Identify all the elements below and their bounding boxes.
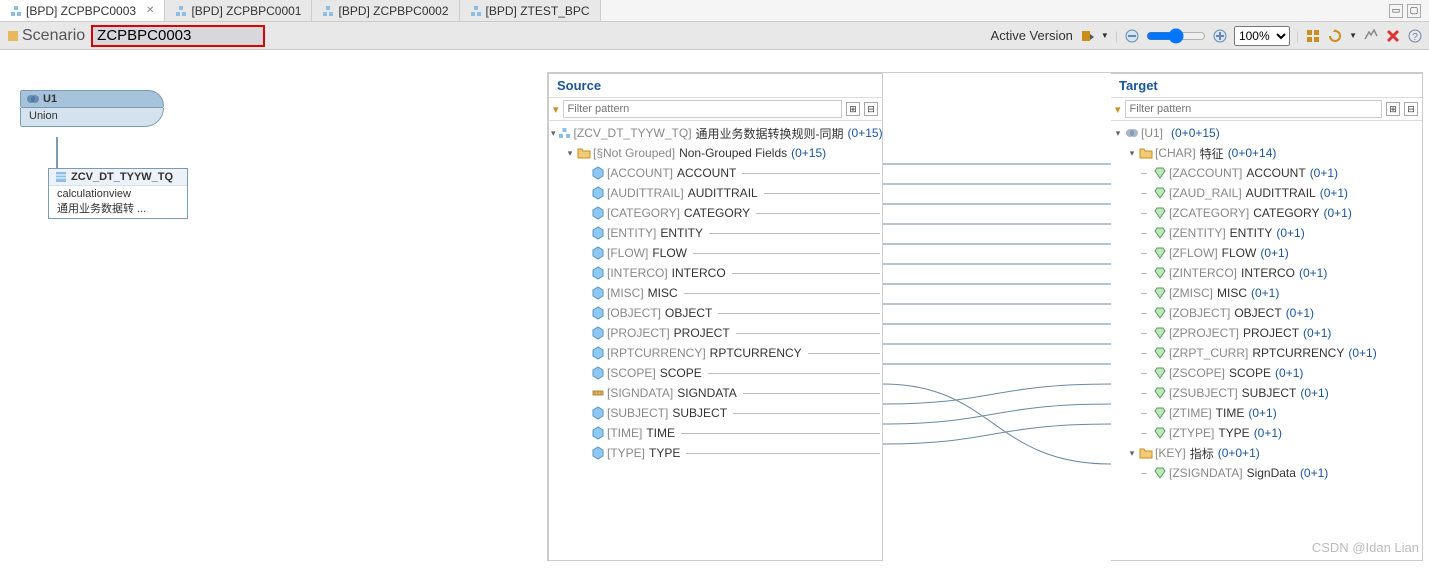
diagram-canvas[interactable]: U1 Union ZCV_DT_TYYW_TQ calculationview … (0, 50, 547, 561)
maximize-icon[interactable]: ▢ (1407, 4, 1421, 18)
expand-all-icon[interactable]: ⊞ (1386, 102, 1400, 116)
tree-field-row[interactable]: [AUDITTRAIL]AUDITTRAIL (551, 183, 880, 203)
tree-field-row[interactable]: [SUBJECT]SUBJECT (551, 403, 880, 423)
tab-label: [BPD] ZTEST_BPC (486, 4, 590, 18)
expand-all-icon[interactable]: ⊞ (846, 102, 860, 116)
tab-ztest-bpc[interactable]: [BPD] ZTEST_BPC (460, 0, 601, 21)
tree-field-row[interactable]: [PROJECT]PROJECT (551, 323, 880, 343)
zoom-slider[interactable] (1146, 28, 1206, 44)
tab-label: [BPD] ZCPBPC0003 (26, 4, 136, 18)
tree-field-row[interactable]: [ZFLOW]FLOW(0+1) (1113, 243, 1420, 263)
node-u1[interactable]: U1 Union (20, 90, 164, 127)
collapse-all-icon[interactable]: ⊟ (1404, 102, 1418, 116)
collapse-all-icon[interactable]: ⊟ (864, 102, 878, 116)
scenario-input[interactable] (91, 25, 265, 47)
dropdown-arrow-icon[interactable]: ▼ (1349, 31, 1357, 40)
tree-field-row[interactable]: [RPTCURRENCY]RPTCURRENCY (551, 343, 880, 363)
source-header: Source (549, 74, 882, 98)
tree-field-row[interactable]: [SIGNDATA]SIGNDATA (551, 383, 880, 403)
tree-row[interactable]: ▾[ZCV_DT_TYYW_TQ]通用业务数据转换规则-同期(0+15) (551, 123, 880, 143)
tree-field-row[interactable]: [ZMISC]MISC(0+1) (1113, 283, 1420, 303)
filter-icon: ▾ (1115, 103, 1121, 116)
tree-field-row[interactable]: [CATEGORY]CATEGORY (551, 203, 880, 223)
model-icon (10, 5, 22, 17)
tree-field-row[interactable]: [ZTYPE]TYPE(0+1) (1113, 423, 1420, 443)
source-pane: Source ▾ ⊞ ⊟ ▾[ZCV_DT_TYYW_TQ]通用业务数据转换规则… (548, 73, 883, 561)
toolbar: Scenario Active Version ▼ | 100% | ▼ ? (0, 22, 1429, 50)
tree-field-row[interactable]: [ZSCOPE]SCOPE(0+1) (1113, 363, 1420, 383)
tab-label: [BPD] ZCPBPC0001 (191, 4, 301, 18)
tree-field-row[interactable]: [ZSIGNDATA]SignData(0+1) (1113, 463, 1420, 483)
tree-row[interactable]: ▾[§Not Grouped]Non-Grouped Fields(0+15) (551, 143, 880, 163)
tree-field-row[interactable]: [TYPE]TYPE (551, 443, 880, 463)
tree-field-row[interactable]: [OBJECT]OBJECT (551, 303, 880, 323)
tree-field-row[interactable]: [ZENTITY]ENTITY(0+1) (1113, 223, 1420, 243)
tab-label: [BPD] ZCPBPC0002 (338, 4, 448, 18)
tree-field-row[interactable]: [ZTIME]TIME(0+1) (1113, 403, 1420, 423)
tree-field-row[interactable]: [ZOBJECT]OBJECT(0+1) (1113, 303, 1420, 323)
tree-field-row[interactable]: [ENTITY]ENTITY (551, 223, 880, 243)
source-filter-input[interactable] (563, 100, 842, 118)
filter-icon: ▾ (553, 103, 559, 116)
tree-field-row[interactable]: [ZRPT_CURR]RPTCURRENCY(0+1) (1113, 343, 1420, 363)
propagate-icon[interactable] (1363, 28, 1379, 44)
tree-field-row[interactable]: [SCOPE]SCOPE (551, 363, 880, 383)
table-icon (55, 171, 67, 183)
tree-field-row[interactable]: [ZSUBJECT]SUBJECT(0+1) (1113, 383, 1420, 403)
target-tree: ▾[U1](0+0+15)▾[CHAR]特征(0+0+14)[ZACCOUNT]… (1111, 121, 1422, 485)
zoom-select[interactable]: 100% (1234, 26, 1290, 46)
node-cv-desc: 通用业务数据转 ... (57, 200, 179, 216)
tree-field-row[interactable]: [MISC]MISC (551, 283, 880, 303)
connector-line (56, 137, 58, 169)
tab-zcpbpc0003[interactable]: [BPD] ZCPBPC0003 ✕ (0, 0, 165, 21)
mapping-area (883, 73, 1111, 561)
watermark: CSDN @Idan Lian (1312, 540, 1419, 555)
dropdown-arrow-icon[interactable]: ▼ (1101, 31, 1109, 40)
layout-icon[interactable] (1305, 28, 1321, 44)
union-icon (27, 93, 39, 105)
node-cv-type: calculationview (57, 188, 179, 200)
model-icon (322, 5, 334, 17)
svg-text:?: ? (1412, 32, 1418, 43)
node-u1-title: U1 (43, 93, 57, 105)
tree-row[interactable]: ▾[U1](0+0+15) (1113, 123, 1420, 143)
target-header: Target (1111, 74, 1422, 98)
tree-field-row[interactable]: [ZCATEGORY]CATEGORY(0+1) (1113, 203, 1420, 223)
target-pane: Target ▾ ⊞ ⊟ ▾[U1](0+0+15)▾[CHAR]特征(0+0+… (1111, 73, 1423, 561)
tab-zcpbpc0001[interactable]: [BPD] ZCPBPC0001 (165, 0, 312, 21)
node-calcview[interactable]: ZCV_DT_TYYW_TQ calculationview 通用业务数据转 .… (48, 168, 188, 219)
tree-field-row[interactable]: [ZPROJECT]PROJECT(0+1) (1113, 323, 1420, 343)
node-u1-body: Union (20, 108, 164, 127)
tree-field-row[interactable]: [INTERCO]INTERCO (551, 263, 880, 283)
tab-zcpbpc0002[interactable]: [BPD] ZCPBPC0002 (312, 0, 459, 21)
active-version-label: Active Version (991, 28, 1073, 43)
refresh-icon[interactable] (1327, 28, 1343, 44)
tree-field-row[interactable]: [ZACCOUNT]ACCOUNT(0+1) (1113, 163, 1420, 183)
scenario-label: Scenario (22, 27, 85, 45)
node-cv-title: ZCV_DT_TYYW_TQ (71, 171, 173, 183)
tree-field-row[interactable]: [ZAUD_RAIL]AUDITTRAIL(0+1) (1113, 183, 1420, 203)
tree-row[interactable]: ▾[KEY]指标(0+0+1) (1113, 443, 1420, 463)
source-tree: ▾[ZCV_DT_TYYW_TQ]通用业务数据转换规则-同期(0+15)▾[§N… (549, 121, 882, 465)
target-filter-input[interactable] (1125, 100, 1382, 118)
version-dropdown-icon[interactable] (1079, 28, 1095, 44)
zoom-in-icon[interactable] (1212, 28, 1228, 44)
delete-icon[interactable] (1385, 28, 1401, 44)
tree-row[interactable]: ▾[CHAR]特征(0+0+14) (1113, 143, 1420, 163)
tab-bar: [BPD] ZCPBPC0003 ✕ [BPD] ZCPBPC0001 [BPD… (0, 0, 1429, 22)
help-icon[interactable]: ? (1407, 28, 1423, 44)
close-icon[interactable]: ✕ (146, 5, 154, 16)
model-icon (470, 5, 482, 17)
tree-field-row[interactable]: [FLOW]FLOW (551, 243, 880, 263)
tree-field-row[interactable]: [ZINTERCO]INTERCO(0+1) (1113, 263, 1420, 283)
scenario-icon (6, 29, 20, 43)
minimize-icon[interactable]: ▭ (1389, 4, 1403, 18)
model-icon (175, 5, 187, 17)
tree-field-row[interactable]: [TIME]TIME (551, 423, 880, 443)
zoom-out-icon[interactable] (1124, 28, 1140, 44)
tree-field-row[interactable]: [ACCOUNT]ACCOUNT (551, 163, 880, 183)
